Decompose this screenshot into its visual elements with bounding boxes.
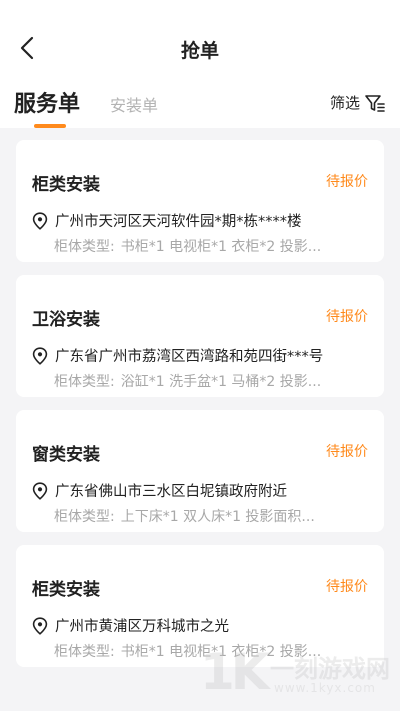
order-type-label: 柜体类型: xyxy=(54,374,115,390)
order-type-row: 柜体类型: 上下床*1 双人床*1 投影面积... xyxy=(54,506,362,526)
order-type-value: 书柜*1 电视柜*1 衣柜*2 投影... xyxy=(120,644,322,660)
active-tab-indicator xyxy=(34,124,66,128)
order-address-row: 广东省佛山市三水区白坭镇政府附近 xyxy=(32,480,368,501)
tab-service-orders[interactable]: 服务单 xyxy=(14,86,80,118)
order-status: 待报价 xyxy=(326,579,368,595)
order-address-row: 广州市黄浦区万科城市之光 xyxy=(32,615,368,636)
location-pin-icon xyxy=(32,211,48,230)
order-type-label: 柜体类型: xyxy=(54,644,115,660)
tab-install-orders[interactable]: 安装单 xyxy=(110,92,158,116)
order-title: 卫浴安装 xyxy=(32,310,100,330)
order-type-value: 上下床*1 双人床*1 投影面积... xyxy=(120,509,315,525)
order-type-value: 书柜*1 电视柜*1 衣柜*2 投影... xyxy=(120,239,322,255)
filter-button[interactable]: 筛选 xyxy=(330,92,386,113)
filter-label: 筛选 xyxy=(329,94,360,112)
order-status: 待报价 xyxy=(326,309,368,325)
navbar: 抢单 xyxy=(0,0,400,90)
order-address-row: 广州市天河区天河软件园*期*栋****楼 xyxy=(32,210,368,231)
filter-icon xyxy=(365,94,385,112)
order-address: 广东省佛山市三水区白坭镇政府附近 xyxy=(55,484,287,500)
order-card[interactable]: 柜类安装 待报价 广州市黄浦区万科城市之光 柜体类型: 书柜*1 电视柜*1 衣柜… xyxy=(16,545,384,667)
order-address-row: 广东省广州市荔湾区西湾路和苑四街***号 xyxy=(32,345,368,366)
order-list: 柜类安装 待报价 广州市天河区天河软件园*期*栋****楼 柜体类型: 书柜*1 … xyxy=(0,128,400,667)
order-title: 柜类安装 xyxy=(32,580,100,600)
watermark-url: www.1kyx.com xyxy=(274,681,376,695)
order-card[interactable]: 柜类安装 待报价 广州市天河区天河软件园*期*栋****楼 柜体类型: 书柜*1 … xyxy=(16,140,384,262)
order-title: 窗类安装 xyxy=(32,445,100,465)
location-pin-icon xyxy=(32,346,48,365)
order-card[interactable]: 窗类安装 待报价 广东省佛山市三水区白坭镇政府附近 柜体类型: 上下床*1 双人床… xyxy=(16,410,384,532)
page-title: 抢单 xyxy=(180,40,219,62)
header-area: 抢单 服务单 安装单 筛选 xyxy=(0,0,400,128)
location-pin-icon xyxy=(32,616,48,635)
order-card[interactable]: 卫浴安装 待报价 广东省广州市荔湾区西湾路和苑四街***号 柜体类型: 浴缸*1 … xyxy=(16,275,384,397)
order-status: 待报价 xyxy=(326,174,368,190)
order-type-row: 柜体类型: 浴缸*1 洗手盆*1 马桶*2 投影... xyxy=(54,371,362,391)
order-type-label: 柜体类型: xyxy=(54,239,115,255)
order-type-value: 浴缸*1 洗手盆*1 马桶*2 投影... xyxy=(120,374,322,390)
order-type-row: 柜体类型: 书柜*1 电视柜*1 衣柜*2 投影... xyxy=(54,641,362,661)
order-address: 广东省广州市荔湾区西湾路和苑四街***号 xyxy=(55,349,324,365)
order-type-label: 柜体类型: xyxy=(54,509,115,525)
order-title: 柜类安装 xyxy=(32,175,100,195)
order-type-row: 柜体类型: 书柜*1 电视柜*1 衣柜*2 投影... xyxy=(54,236,362,256)
tab-bar: 服务单 安装单 筛选 xyxy=(0,86,400,128)
location-pin-icon xyxy=(32,481,48,500)
order-address: 广州市黄浦区万科城市之光 xyxy=(55,619,229,635)
order-address: 广州市天河区天河软件园*期*栋****楼 xyxy=(55,214,302,230)
order-status: 待报价 xyxy=(326,444,368,460)
